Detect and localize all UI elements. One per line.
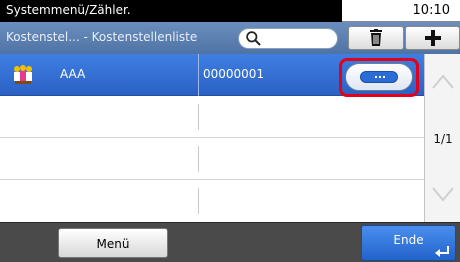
group-icon — [14, 65, 32, 84]
add-button[interactable] — [405, 26, 460, 50]
search-icon — [246, 31, 261, 46]
menu-button[interactable]: Menü — [58, 228, 168, 258]
page-indicator: 1/1 — [433, 132, 453, 146]
list-row-1[interactable]: AAA 00000001 — [0, 54, 424, 97]
scroll-panel: 1/1 — [424, 54, 460, 222]
scroll-down-button[interactable] — [425, 166, 460, 222]
chevron-up-icon — [432, 74, 454, 89]
ellipsis-icon — [360, 71, 398, 83]
header-bar: Kostenstel... - Kostenstellenliste — [0, 22, 460, 54]
trash-icon — [370, 29, 382, 46]
row-name: AAA — [60, 67, 86, 81]
clock: 10:10 — [342, 0, 460, 22]
chevron-down-icon — [432, 187, 454, 202]
row-number: 00000001 — [203, 67, 265, 81]
detail-button[interactable] — [345, 63, 413, 91]
column-divider — [198, 188, 199, 214]
column-divider — [198, 54, 199, 96]
menu-button-label: Menü — [96, 237, 130, 251]
search-button[interactable] — [238, 28, 338, 49]
column-divider — [198, 146, 199, 172]
system-title: Systemmenü/Zähler. — [6, 3, 131, 17]
list-row-4[interactable] — [0, 180, 424, 222]
breadcrumb: Kostenstel... - Kostenstellenliste — [6, 30, 198, 44]
enter-arrow-icon — [435, 246, 449, 257]
status-bar: Systemmenü/Zähler. 10:10 — [0, 0, 460, 22]
list-row-2[interactable] — [0, 96, 424, 138]
bottom-bar: Menü Ende — [0, 222, 460, 262]
end-button[interactable]: Ende — [361, 225, 456, 261]
plus-icon — [424, 30, 441, 46]
list-row-3[interactable] — [0, 138, 424, 180]
cost-center-list: AAA 00000001 — [0, 54, 424, 222]
screen: Systemmenü/Zähler. 10:10 Kostenstel... -… — [0, 0, 460, 262]
column-divider — [198, 104, 199, 130]
clock-time: 10:10 — [412, 3, 450, 18]
scroll-up-button[interactable] — [425, 54, 460, 110]
delete-button[interactable] — [348, 26, 404, 50]
